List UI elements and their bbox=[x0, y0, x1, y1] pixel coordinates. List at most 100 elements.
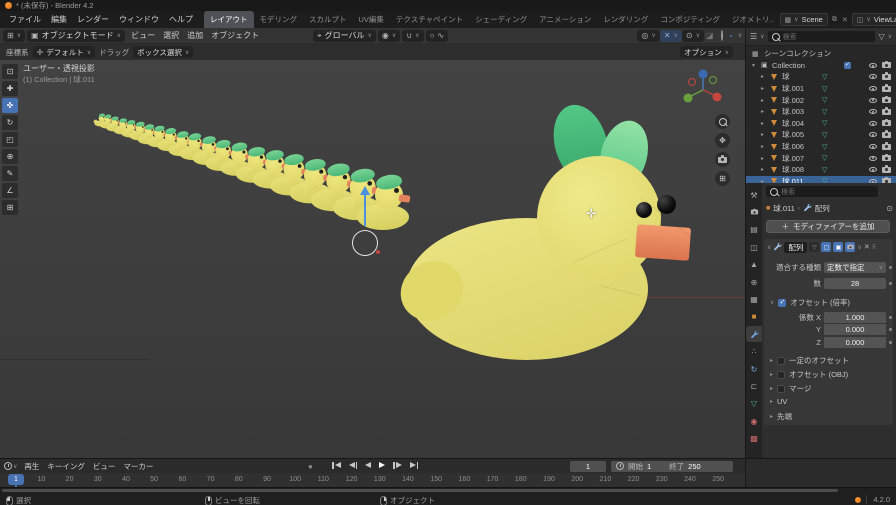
workspace-tab[interactable]: UV編集 bbox=[353, 11, 390, 28]
jump-to-start-button[interactable] bbox=[330, 461, 343, 470]
visibility-dropdown[interactable]: ◎∨ bbox=[637, 30, 659, 42]
hide-eye-icon[interactable] bbox=[869, 167, 877, 172]
animate-dot[interactable] bbox=[889, 328, 892, 331]
properties-tab-world[interactable]: ⊕ bbox=[746, 274, 762, 290]
auto-key-button[interactable]: ● bbox=[308, 462, 313, 471]
fit-type-dropdown[interactable]: 定数で指定 ∨ bbox=[824, 262, 886, 273]
timeline-editor-icon[interactable] bbox=[4, 462, 12, 470]
disable-render-icon[interactable] bbox=[882, 74, 891, 80]
disable-render-icon[interactable] bbox=[882, 62, 891, 68]
shading-rendered-button[interactable] bbox=[734, 35, 736, 37]
add-modifier-button[interactable]: ＋ モディファイアーを追加 bbox=[766, 220, 890, 233]
hide-eye-icon[interactable] bbox=[869, 98, 877, 103]
camera-view-button[interactable] bbox=[715, 152, 730, 167]
shading-solid-button[interactable] bbox=[726, 35, 728, 37]
select-box-tool-button[interactable]: ⊡ bbox=[2, 64, 18, 79]
rotate-tool-button[interactable]: ↻ bbox=[2, 115, 18, 130]
outliner-row-球.007[interactable]: ▸球.007▽ bbox=[746, 152, 896, 164]
hide-eye-icon[interactable] bbox=[869, 86, 877, 91]
overlays-dropdown[interactable]: ⊙∨ bbox=[682, 30, 704, 42]
disable-render-icon[interactable] bbox=[882, 144, 891, 150]
workspace-tab[interactable]: シェーディング bbox=[469, 11, 533, 28]
animate-dot[interactable] bbox=[889, 341, 892, 344]
measure-tool-button[interactable]: ∠ bbox=[2, 183, 18, 198]
disable-render-icon[interactable] bbox=[882, 167, 891, 173]
orientation-dropdown[interactable]: ⌖ グローバル ∨ bbox=[313, 30, 376, 42]
animate-dot[interactable] bbox=[889, 282, 892, 285]
perspective-toggle-button[interactable]: ⊞ bbox=[715, 171, 730, 186]
hide-eye-icon[interactable] bbox=[869, 74, 877, 79]
properties-tab-physics[interactable]: ↻ bbox=[746, 361, 762, 377]
editor-type-selector[interactable]: ⊞∨ bbox=[3, 30, 25, 42]
annotate-tool-button[interactable]: ✎ bbox=[2, 166, 18, 181]
add-cube-tool-button[interactable]: ⊞ bbox=[2, 200, 18, 215]
options-dropdown[interactable]: オプション ∨ bbox=[680, 46, 733, 58]
viewlayer-selector[interactable]: ◫ ∨ ViewLayer bbox=[852, 13, 896, 26]
remove-scene-button[interactable]: ✕ bbox=[841, 16, 849, 24]
modifier-oncage-toggle[interactable]: ▽ bbox=[809, 242, 819, 252]
topbar-menu-編集[interactable]: 編集 bbox=[46, 12, 72, 27]
properties-tab-view-layer[interactable]: ◫ bbox=[746, 239, 762, 255]
outliner-row-Collection[interactable]: ▾▣Collection✓ bbox=[746, 60, 896, 72]
properties-tab-material[interactable]: ◉ bbox=[746, 413, 762, 429]
frame-range-fields[interactable]: 開始 1 終了 250 bbox=[611, 461, 733, 472]
play-button[interactable] bbox=[377, 461, 387, 469]
prev-keyframe-button[interactable] bbox=[347, 461, 360, 470]
move-gizmo-x-handle[interactable] bbox=[376, 250, 380, 254]
workspace-tab[interactable]: レンダリング bbox=[597, 11, 654, 28]
properties-tab-constraints[interactable]: ⊏ bbox=[746, 378, 762, 394]
pin-icon[interactable]: ⊙ bbox=[886, 204, 893, 213]
outliner-row-球.002[interactable]: ▸球.002▽ bbox=[746, 94, 896, 106]
modifier-section-オフセット (OBJ)[interactable]: ▸オフセット (OBJ) bbox=[770, 369, 848, 380]
shading-dropdown[interactable]: ∨ bbox=[738, 32, 742, 39]
modifier-realtime-toggle[interactable]: ▣ bbox=[833, 242, 843, 252]
mode-dropdown[interactable]: ▣ オブジェクトモード ∨ bbox=[27, 30, 125, 42]
outliner-row-シーンコレクション[interactable]: ▦シーンコレクション bbox=[746, 48, 896, 60]
outliner-display-mode[interactable]: ☰ bbox=[750, 32, 757, 41]
timeline-menu-ビュー[interactable]: ビュー bbox=[89, 461, 120, 472]
properties-tab-tool[interactable]: ⚒ bbox=[746, 187, 762, 203]
disable-render-icon[interactable] bbox=[882, 155, 891, 161]
viewport-menu-オブジェクト[interactable]: オブジェクト bbox=[207, 30, 263, 41]
properties-tab-particles[interactable]: ∴ bbox=[746, 344, 762, 360]
outliner-row-球.004[interactable]: ▸球.004▽ bbox=[746, 118, 896, 130]
properties-tab-collection[interactable]: ▦ bbox=[746, 291, 762, 307]
breadcrumb-object[interactable]: 球.011 bbox=[773, 203, 795, 214]
start-value[interactable]: 1 bbox=[647, 462, 651, 471]
modifier-extras-dropdown[interactable]: ∨ bbox=[857, 244, 861, 251]
gizmos-dropdown[interactable]: ✕∨ bbox=[660, 30, 682, 42]
outliner-row-球.008[interactable]: ▸球.008▽ bbox=[746, 164, 896, 176]
hide-eye-icon[interactable] bbox=[869, 121, 877, 126]
new-scene-button[interactable]: ⧉ bbox=[831, 16, 838, 24]
topbar-menu-ウィンドウ[interactable]: ウィンドウ bbox=[114, 12, 164, 27]
topbar-menu-レンダー[interactable]: レンダー bbox=[72, 12, 114, 27]
proportional-edit-dropdown[interactable]: ○∿ bbox=[426, 30, 449, 42]
section-checkbox[interactable] bbox=[777, 385, 785, 393]
animate-dot[interactable] bbox=[889, 266, 892, 269]
next-keyframe-button[interactable] bbox=[391, 461, 404, 470]
move-gizmo-z-arrowhead[interactable] bbox=[360, 186, 370, 195]
properties-tab-data[interactable]: ▽ bbox=[746, 396, 762, 412]
transform-tool-button[interactable]: ⊕ bbox=[2, 149, 18, 164]
outliner-row-球.006[interactable]: ▸球.006▽ bbox=[746, 141, 896, 153]
timeline-scrollbar[interactable] bbox=[2, 489, 838, 492]
outliner-row-球.005[interactable]: ▸球.005▽ bbox=[746, 129, 896, 141]
outliner-row-球.003[interactable]: ▸球.003▽ bbox=[746, 106, 896, 118]
big-duck-object[interactable]: ✛ bbox=[400, 100, 730, 380]
properties-search-input[interactable]: 検索 bbox=[766, 186, 878, 197]
tool-drag-dropdown[interactable]: ボックス選択 ∨ bbox=[133, 46, 193, 58]
outliner-search-input[interactable]: 検索 bbox=[768, 31, 876, 42]
hide-eye-icon[interactable] bbox=[869, 63, 877, 68]
hide-eye-icon[interactable] bbox=[869, 156, 877, 161]
jump-to-end-button[interactable] bbox=[408, 461, 421, 470]
count-field[interactable]: 28 bbox=[824, 278, 886, 289]
array-duck-object[interactable] bbox=[353, 174, 417, 232]
shading-material-button[interactable] bbox=[730, 35, 732, 37]
shading-wireframe-button[interactable] bbox=[720, 30, 724, 41]
outliner-row-球.001[interactable]: ▸球.001▽ bbox=[746, 83, 896, 95]
timeline-menu-キーイング[interactable]: キーイング bbox=[43, 461, 89, 472]
workspace-tab[interactable]: スカルプト bbox=[303, 11, 353, 28]
factor-y-field[interactable]: 0.000 bbox=[824, 324, 886, 335]
topbar-menu-ヘルプ[interactable]: ヘルプ bbox=[164, 12, 198, 27]
outliner-row-球[interactable]: ▸球▽ bbox=[746, 71, 896, 83]
